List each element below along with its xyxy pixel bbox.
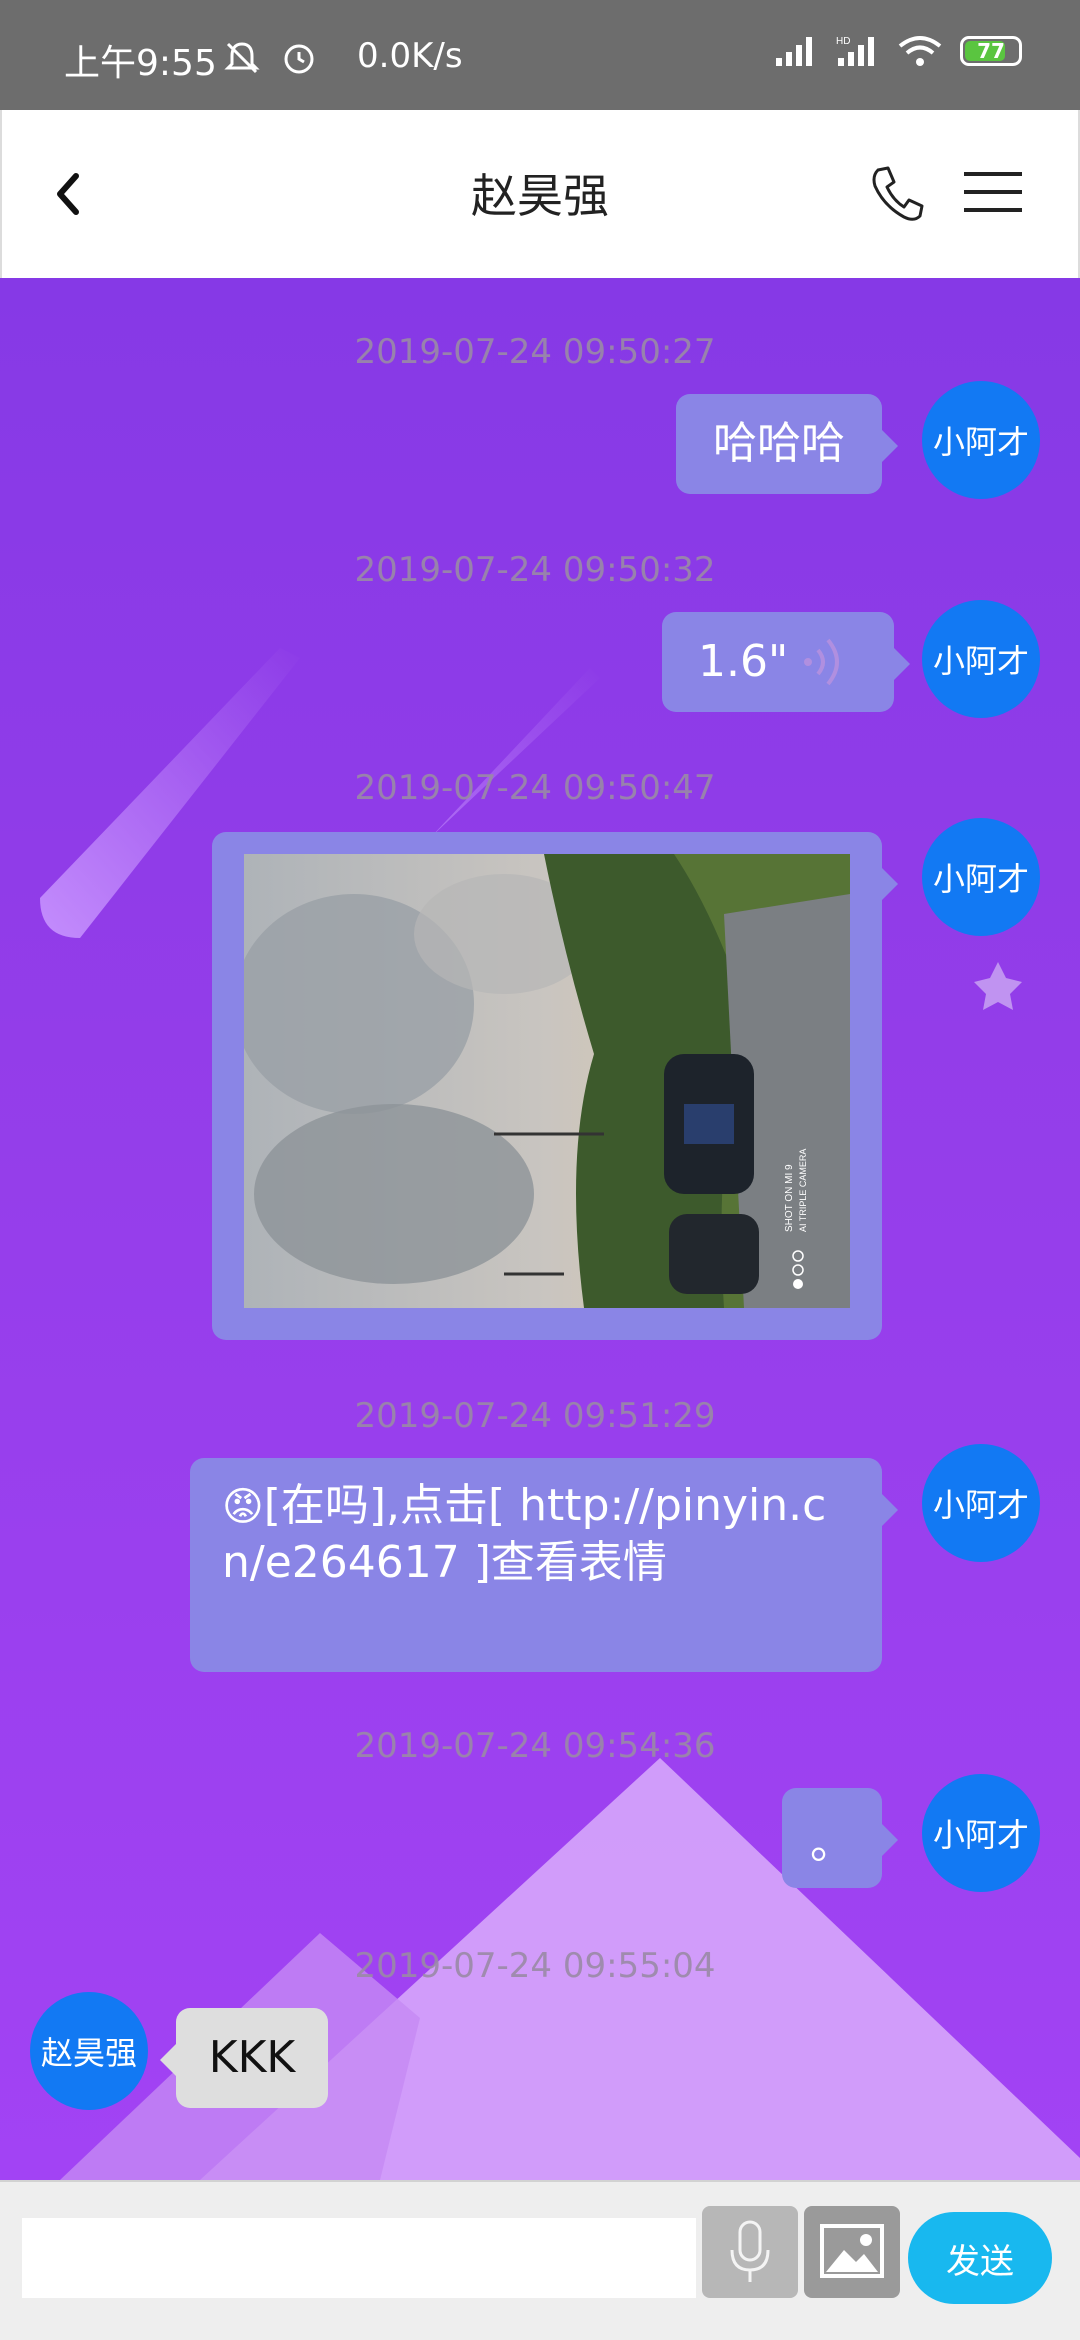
photo-watermark-line1: SHOT ON MI 9 <box>784 1164 795 1232</box>
microphone-icon <box>730 2220 770 2282</box>
status-right-icons: HD 77 <box>774 34 1022 68</box>
avatar[interactable]: 小阿才 <box>922 600 1040 718</box>
message-text: 哈哈哈 <box>713 418 845 469</box>
send-button[interactable]: 发送 <box>908 2212 1052 2304</box>
message-bubble[interactable]: 哈哈哈 <box>676 394 898 494</box>
message-text: [在吗],点击[ http://pinyin.cn/e264617 ]查看表情 <box>222 1480 827 1588</box>
menu-button[interactable] <box>960 158 1034 228</box>
avatar[interactable]: 小阿才 <box>922 381 1040 499</box>
hd-signal-icon: HD <box>836 36 874 66</box>
message-timestamp: 2019-07-24 09:55:04 <box>354 1946 716 1986</box>
avatar[interactable]: 小阿才 <box>922 818 1040 936</box>
wifi-icon <box>898 36 942 66</box>
svg-text:HD: HD <box>836 36 850 47</box>
message-timestamp: 2019-07-24 09:54:36 <box>354 1726 716 1766</box>
message-bubble[interactable]: 😡[在吗],点击[ http://pinyin.cn/e264617 ]查看表情 <box>190 1458 898 1672</box>
voice-wave-icon <box>804 638 839 686</box>
voice-message-bubble[interactable]: 1.6" <box>662 612 910 712</box>
chat-message-list[interactable]: 2019-07-24 09:50:27 哈哈哈 小阿才 2019-07-24 0… <box>0 278 1080 2180</box>
photo-watermark-line2: AI TRIPLE CAMERA <box>798 1149 808 1232</box>
send-image-button[interactable] <box>804 2206 900 2298</box>
chat-header: 赵昊强 <box>0 110 1080 278</box>
voice-input-button[interactable] <box>702 2206 798 2298</box>
message-timestamp: 2019-07-24 09:50:47 <box>354 768 716 808</box>
mute-notification-icon <box>224 41 260 73</box>
message-timestamp: 2019-07-24 09:50:27 <box>354 332 716 372</box>
call-button[interactable] <box>864 156 934 232</box>
message-text: KKK <box>208 2032 296 2083</box>
message-timestamp: 2019-07-24 09:51:29 <box>354 1396 716 1436</box>
battery-level: 77 <box>977 39 1005 63</box>
message-text: 。 <box>810 1818 854 1869</box>
battery-icon: 77 <box>960 36 1022 66</box>
status-speed: 0.0K/s <box>357 36 463 76</box>
avatar[interactable]: 赵昊强 <box>30 1992 148 2110</box>
message-bubble[interactable]: KKK <box>160 2008 328 2108</box>
status-time: 上午9:55 <box>64 43 217 84</box>
phone-icon <box>872 166 924 221</box>
message-bubble[interactable]: 。 <box>782 1788 898 1888</box>
message-input[interactable] <box>22 2218 696 2298</box>
image-message-bubble[interactable]: SHOT ON MI 9 AI TRIPLE CAMERA <box>212 832 898 1340</box>
voice-duration: 1.6" <box>698 636 789 687</box>
status-bar: 上午9:55 0.0K/s HD 77 <box>0 0 1080 110</box>
alarm-icon <box>284 44 314 73</box>
angry-face-emoji: 😡 <box>222 1484 264 1530</box>
message-timestamp: 2019-07-24 09:50:32 <box>354 550 716 590</box>
status-icons-left <box>222 36 319 76</box>
avatar[interactable]: 小阿才 <box>922 1774 1040 1892</box>
menu-icon <box>964 172 1022 212</box>
avatar[interactable]: 小阿才 <box>922 1444 1040 1562</box>
signal-icon <box>776 37 812 66</box>
image-icon <box>820 2224 884 2278</box>
message-content: 😡[在吗],点击[ http://pinyin.cn/e264617 ]查看表情 <box>190 1458 882 1591</box>
input-bar: 发送 <box>0 2180 1080 2340</box>
sky-and-parking-lot-photo[interactable]: SHOT ON MI 9 AI TRIPLE CAMERA <box>244 854 850 1308</box>
